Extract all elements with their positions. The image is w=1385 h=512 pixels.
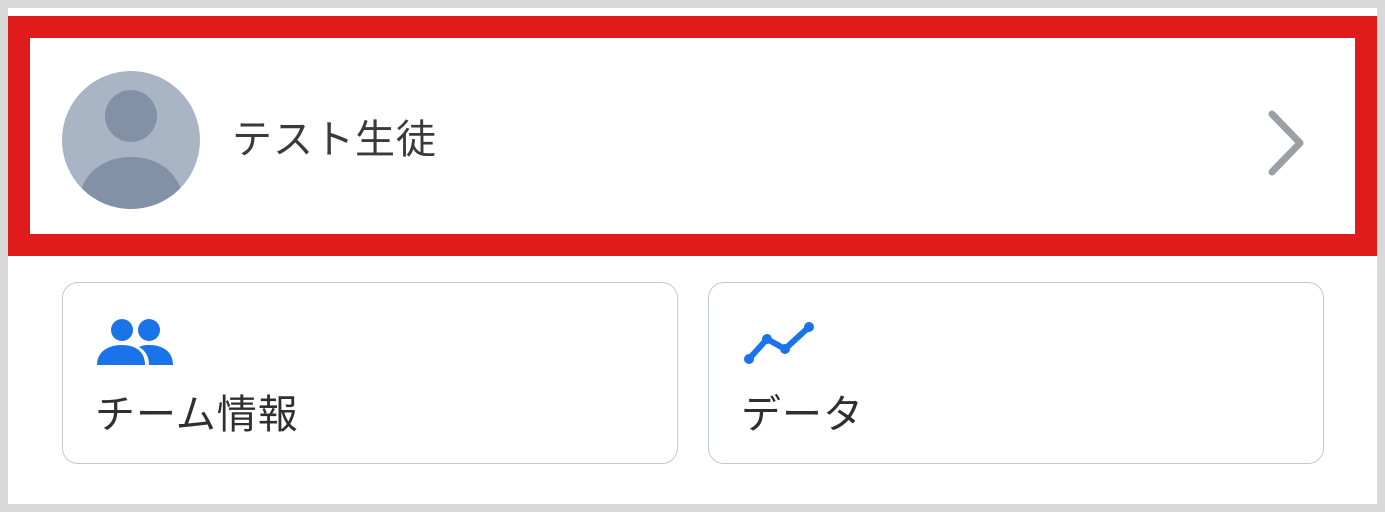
data-label: データ [741, 392, 864, 438]
profile-name: テスト生徒 [232, 117, 437, 163]
chevron-right-icon[interactable] [1264, 108, 1310, 178]
profile-row[interactable]: テスト生徒 [8, 16, 1377, 256]
team-info-label: チーム情報 [95, 392, 299, 438]
avatar [62, 71, 200, 209]
team-info-card[interactable]: チーム情報 [62, 282, 678, 464]
page-frame: テスト生徒 チーム情報 データ [8, 8, 1377, 504]
trending-line-icon [741, 315, 821, 371]
people-group-icon [95, 315, 175, 371]
data-card[interactable]: データ [708, 282, 1324, 464]
default-person-avatar-icon [78, 90, 184, 209]
